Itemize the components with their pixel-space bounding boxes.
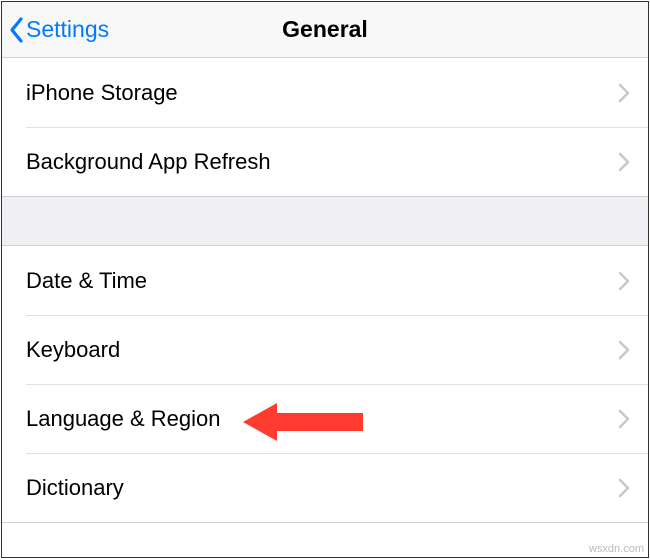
chevron-right-icon [618, 271, 630, 291]
row-date-time[interactable]: Date & Time [2, 246, 648, 315]
chevron-left-icon [8, 16, 26, 44]
row-iphone-storage[interactable]: iPhone Storage [2, 58, 648, 127]
chevron-right-icon [618, 83, 630, 103]
row-label: Date & Time [26, 268, 147, 294]
chevron-right-icon [618, 478, 630, 498]
group-locale: Date & Time Keyboard Language & Region D… [2, 245, 648, 523]
chevron-right-icon [618, 340, 630, 360]
row-label: Language & Region [26, 406, 221, 432]
navbar: Settings General [2, 2, 648, 58]
chevron-right-icon [618, 152, 630, 172]
row-label: Dictionary [26, 475, 124, 501]
row-label: Keyboard [26, 337, 120, 363]
row-label: Background App Refresh [26, 149, 271, 175]
chevron-right-icon [618, 409, 630, 429]
row-language-region[interactable]: Language & Region [2, 384, 648, 453]
content: iPhone Storage Background App Refresh Da… [2, 58, 648, 523]
row-dictionary[interactable]: Dictionary [2, 453, 648, 522]
settings-general-screen: Settings General iPhone Storage Backgrou… [1, 1, 649, 558]
group-storage: iPhone Storage Background App Refresh [2, 58, 648, 197]
watermark: wsxdn.com [589, 543, 644, 555]
row-keyboard[interactable]: Keyboard [2, 315, 648, 384]
row-label: iPhone Storage [26, 80, 178, 106]
row-background-app-refresh[interactable]: Background App Refresh [2, 127, 648, 196]
back-label: Settings [26, 16, 109, 43]
back-button[interactable]: Settings [2, 16, 109, 44]
